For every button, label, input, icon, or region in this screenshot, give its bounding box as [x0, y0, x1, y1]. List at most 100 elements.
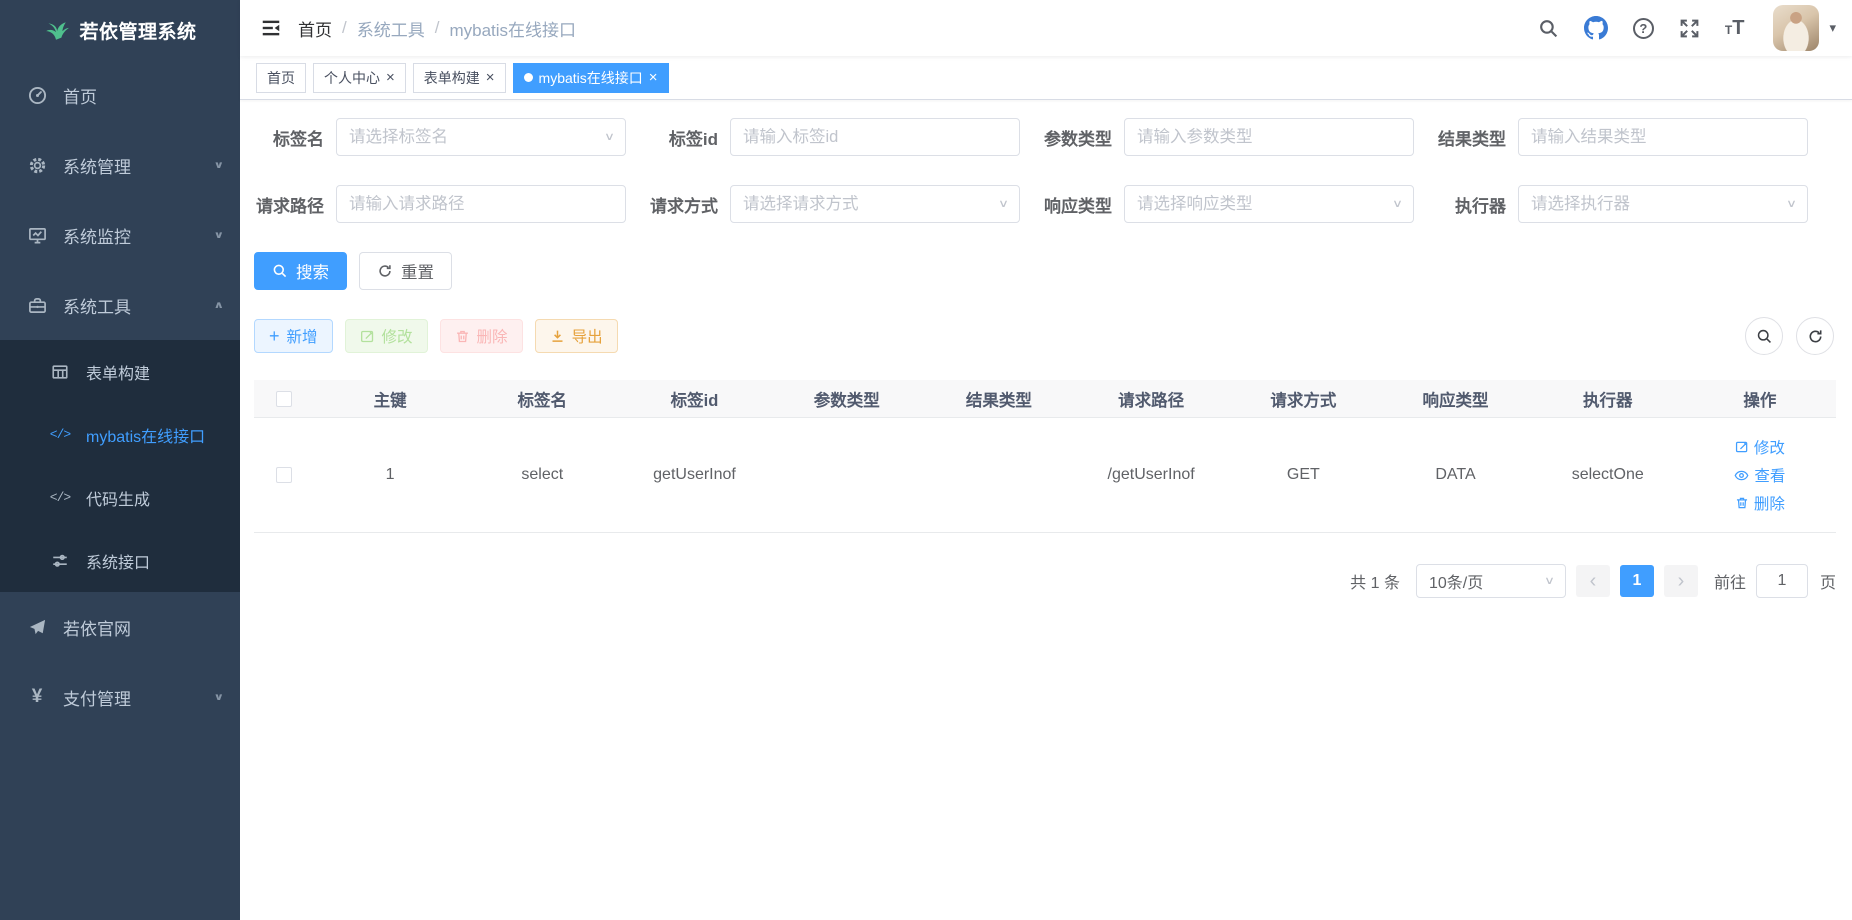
- sidebar-item-label: 系统工具: [63, 293, 213, 318]
- chevron-down-icon: ∨: [1544, 574, 1555, 587]
- field-label: 执行器: [1436, 192, 1518, 217]
- field-label: 参数类型: [1042, 125, 1124, 150]
- cell-request-path: /getUserInof: [1075, 466, 1227, 484]
- github-icon[interactable]: [1584, 16, 1608, 40]
- next-page-button[interactable]: ›: [1664, 565, 1698, 597]
- font-size-icon[interactable]: TT: [1725, 17, 1745, 40]
- param-type-input[interactable]: [1124, 118, 1414, 156]
- tag-id-input[interactable]: [730, 118, 1020, 156]
- sidebar-item-system-tools[interactable]: 系统工具 ∧: [0, 270, 240, 340]
- close-icon[interactable]: ×: [486, 70, 495, 85]
- sidebar-item-label: 若依官网: [63, 615, 224, 640]
- response-type-select[interactable]: [1124, 185, 1414, 223]
- refresh-table-button[interactable]: [1796, 317, 1834, 355]
- column-header-result-type: 结果类型: [923, 387, 1075, 411]
- column-header-primary-key: 主键: [314, 387, 466, 411]
- delete-button[interactable]: 删除: [440, 319, 523, 353]
- sidebar-item-label: 表单构建: [86, 360, 224, 384]
- sidebar-item-code-generation[interactable]: </> 代码生成: [0, 466, 240, 529]
- result-type-input[interactable]: [1518, 118, 1808, 156]
- cell-tag-id: getUserInof: [618, 466, 770, 484]
- sidebar-item-label: 支付管理: [63, 685, 213, 710]
- cell-request-method: GET: [1227, 466, 1379, 484]
- paper-plane-icon: [24, 618, 50, 637]
- sidebar-item-home[interactable]: 首页: [0, 60, 240, 130]
- search-icon: [272, 263, 288, 279]
- breadcrumb-home[interactable]: 首页: [298, 16, 332, 41]
- sidebar-item-system-monitor[interactable]: 系统监控 ∨: [0, 200, 240, 270]
- pagination: 共 1 条 10条/页 ∨ ‹ 1 › 前往 页: [254, 564, 1836, 598]
- sidebar-item-ruoyi-website[interactable]: 若依官网: [0, 592, 240, 662]
- page-number-1[interactable]: 1: [1620, 565, 1654, 597]
- search-button[interactable]: 搜索: [254, 252, 347, 290]
- help-icon[interactable]: ?: [1633, 18, 1654, 39]
- sidebar-item-system-management[interactable]: 系统管理 ∨: [0, 130, 240, 200]
- select-all-checkbox[interactable]: [276, 391, 292, 407]
- tag-tab-form-builder[interactable]: 表单构建 ×: [413, 63, 506, 93]
- field-label: 标签id: [648, 125, 730, 150]
- close-icon[interactable]: ×: [386, 70, 395, 85]
- close-icon[interactable]: ×: [649, 70, 658, 85]
- tag-tab-mybatis-online-api[interactable]: mybatis在线接口 ×: [513, 63, 669, 93]
- filter-executor: 执行器 ∨: [1436, 185, 1808, 223]
- add-button[interactable]: + 新增: [254, 319, 333, 353]
- sidebar-item-form-builder[interactable]: 表单构建: [0, 340, 240, 403]
- goto-page-input[interactable]: [1756, 564, 1808, 598]
- table-row[interactable]: 1 select getUserInof /getUserInof GET DA…: [254, 418, 1836, 533]
- sidebar-item-mybatis-online-api[interactable]: </> mybatis在线接口: [0, 403, 240, 466]
- tag-tab-home[interactable]: 首页: [256, 63, 306, 93]
- trash-icon: [1735, 496, 1749, 510]
- row-view-link[interactable]: 查看: [1734, 464, 1785, 486]
- delete-button-label: 删除: [477, 325, 508, 347]
- tag-name-select[interactable]: [336, 118, 626, 156]
- request-path-input[interactable]: [336, 185, 626, 223]
- breadcrumb-separator: /: [342, 18, 347, 38]
- tab-label: 个人中心: [324, 68, 380, 88]
- add-button-label: 新增: [287, 325, 318, 347]
- row-edit-link[interactable]: 修改: [1735, 436, 1785, 458]
- navbar-right-tools: ? TT ▾: [1538, 5, 1836, 51]
- row-actions: 修改 查看 删除: [1684, 436, 1836, 514]
- row-delete-link[interactable]: 删除: [1735, 492, 1785, 514]
- page-size-select[interactable]: 10条/页 ∨: [1416, 564, 1566, 598]
- export-button[interactable]: 导出: [535, 319, 618, 353]
- dashboard-icon: [24, 86, 50, 105]
- sidebar-item-label: 代码生成: [86, 486, 224, 510]
- search-icon[interactable]: [1538, 18, 1559, 39]
- user-avatar[interactable]: [1773, 5, 1819, 51]
- edit-button[interactable]: 修改: [345, 319, 428, 353]
- prev-page-button[interactable]: ‹: [1576, 565, 1610, 597]
- request-method-select[interactable]: [730, 185, 1020, 223]
- top-navbar: 首页 / 系统工具 / mybatis在线接口 ?: [240, 0, 1852, 56]
- filter-actions: 搜索 重置: [254, 252, 1836, 290]
- toggle-search-button[interactable]: [1745, 317, 1783, 355]
- table-grid-icon: [47, 363, 73, 381]
- field-label: 请求路径: [254, 192, 336, 217]
- sidebar-item-system-api[interactable]: 系统接口: [0, 529, 240, 592]
- sidebar-submenu-system-tools: 表单构建 </> mybatis在线接口 </> 代码生成 系统接口: [0, 340, 240, 592]
- edit-icon: [360, 329, 375, 344]
- fullscreen-icon[interactable]: [1679, 18, 1700, 39]
- tag-tab-profile[interactable]: 个人中心 ×: [313, 63, 406, 93]
- field-label: 响应类型: [1042, 192, 1124, 217]
- field-label: 请求方式: [648, 192, 730, 217]
- user-menu[interactable]: ▾: [1773, 5, 1836, 51]
- toolbox-icon: [24, 296, 50, 315]
- reset-button[interactable]: 重置: [359, 252, 452, 290]
- chevron-up-icon: ∧: [213, 299, 224, 311]
- sidebar-item-label: mybatis在线接口: [86, 423, 224, 447]
- row-checkbox[interactable]: [276, 467, 292, 483]
- executor-select[interactable]: [1518, 185, 1808, 223]
- filter-param-type: 参数类型: [1042, 118, 1414, 156]
- filter-tag-name: 标签名 ∨: [254, 118, 626, 156]
- sidebar-toggle-icon[interactable]: [260, 17, 282, 39]
- sidebar-item-payment-management[interactable]: ¥ 支付管理 ∨: [0, 662, 240, 732]
- app-logo[interactable]: 若依管理系统: [0, 0, 240, 60]
- reset-button-label: 重置: [401, 259, 434, 283]
- app-root: 若依管理系统 首页 系统管理 ∨ 系统监控 ∨: [0, 0, 1852, 920]
- sidebar-item-label: 系统监控: [63, 223, 213, 248]
- cell-primary-key: 1: [314, 466, 466, 484]
- tags-view-bar: 首页 个人中心 × 表单构建 × mybatis在线接口 ×: [240, 56, 1852, 100]
- table-toolbar: + 新增 修改 删除: [254, 317, 1836, 355]
- sidebar-item-label: 首页: [63, 83, 224, 108]
